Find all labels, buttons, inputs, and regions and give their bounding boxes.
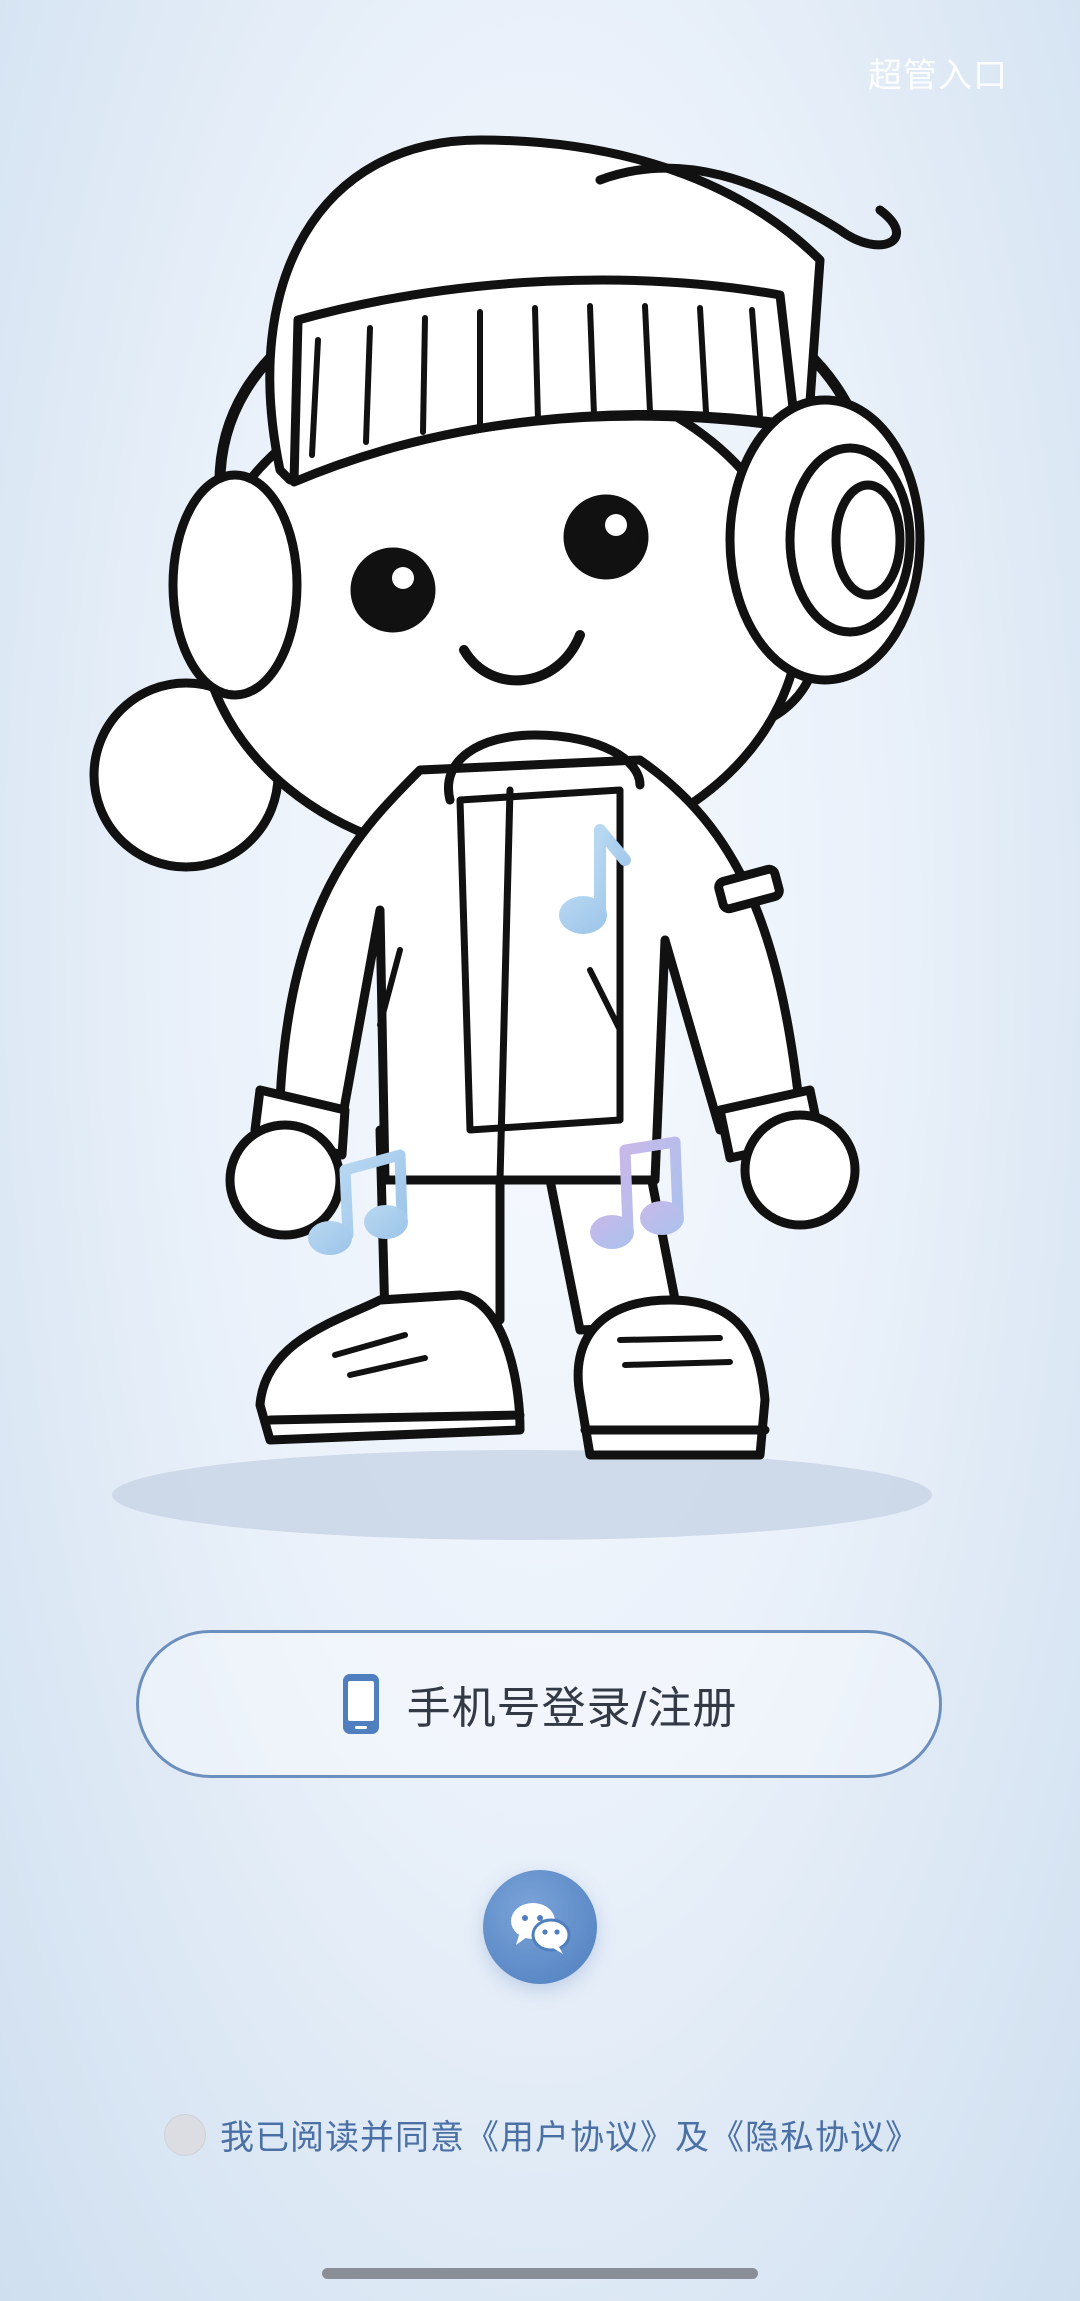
agreement-checkbox[interactable] [164,2113,206,2156]
agreement-prefix: 我已阅读并同意 [220,2118,465,2158]
user-agreement-link[interactable]: 《用户协议》 [465,2118,675,2158]
mobile-phone-icon [342,1674,379,1734]
mascot-illustration [80,70,980,1570]
wechat-icon [511,1903,571,1954]
privacy-policy-link[interactable]: 《隐私协议》 [710,2118,920,2158]
phone-login-label: 手机号登录/注册 [406,1683,738,1734]
wechat-login-button[interactable] [483,1870,597,1984]
phone-login-button[interactable]: 手机号登录/注册 [136,1630,942,1778]
agreement-text: 我已阅读并同意《用户协议》及《隐私协议》 [220,2110,920,2159]
agreement-conjunction: 及 [675,2118,710,2158]
home-indicator[interactable] [322,2268,758,2279]
agreement-row: 我已阅读并同意《用户协议》及《隐私协议》 [164,2110,920,2159]
